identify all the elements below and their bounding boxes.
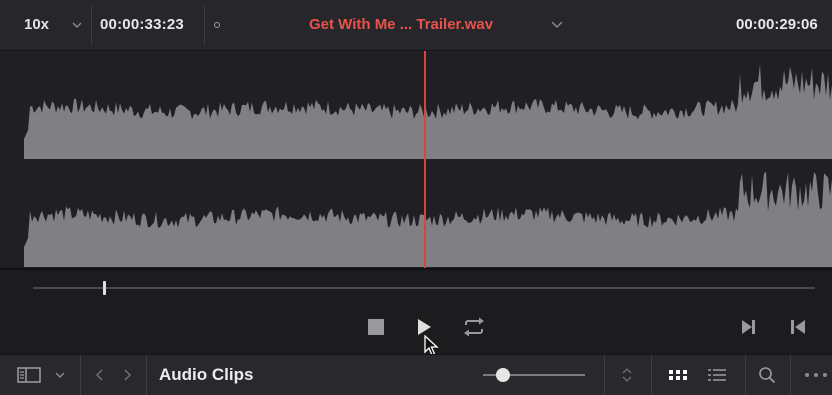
loop-icon [464,317,484,337]
previous-frame-icon [791,320,805,334]
loop-button[interactable] [461,314,487,340]
timecode-position[interactable]: 00:00:33:23 [100,16,184,33]
divider [790,355,791,395]
waveform-graph [24,64,832,267]
back-button[interactable] [93,367,107,383]
sort-button[interactable] [620,365,634,385]
next-frame-icon [742,320,755,334]
playhead[interactable] [424,51,426,269]
record-dot-icon [214,22,220,28]
scrub-bar[interactable] [33,287,815,289]
divider [80,355,81,395]
panel-toggle-icon [17,367,41,383]
list-view-button[interactable] [706,366,728,384]
forward-button[interactable] [120,367,134,383]
panel-options-button[interactable] [52,368,68,382]
play-icon [418,319,431,335]
grid-view-button[interactable] [667,366,689,384]
timecode-duration: 00:00:29:06 [736,16,818,33]
waveform-channel-2 [24,171,832,267]
sort-icon [622,368,632,382]
clip-name[interactable]: Get With Me ... Trailer.wav [309,16,493,33]
divider [0,268,832,270]
search-button[interactable] [757,365,777,385]
section-title: Audio Clips [159,365,254,384]
zoom-value: 10x [24,16,50,33]
stop-button[interactable] [363,314,389,340]
back-icon [95,369,103,381]
more-options-button[interactable] [803,369,829,381]
divider [604,355,605,395]
zoom-dropdown[interactable]: 10x [0,6,90,44]
divider [146,355,147,395]
panel-toggle-button[interactable] [16,365,42,385]
grid-view-icon [669,370,687,380]
divider [745,355,746,395]
waveform-channel-1 [24,64,832,159]
more-icon [805,373,827,377]
next-frame-button[interactable] [735,314,761,340]
viewer-header: 10x 00:00:33:23 Get With Me ... Trailer.… [0,0,832,51]
previous-frame-button[interactable] [785,314,811,340]
chevron-down-icon [72,22,82,28]
scrub-handle[interactable] [103,281,106,295]
divider [651,355,652,395]
media-pool-toolbar: Audio Clips [0,354,832,395]
stop-icon [368,319,384,335]
chevron-down-icon[interactable] [550,19,564,31]
zoom-slider-knob[interactable] [496,368,511,382]
forward-icon [124,369,132,381]
divider [91,6,92,44]
chevron-down-icon [55,372,65,378]
search-icon [759,367,776,384]
list-view-icon [708,369,726,381]
audio-waveform-viewer[interactable] [0,51,832,269]
divider [204,6,205,44]
